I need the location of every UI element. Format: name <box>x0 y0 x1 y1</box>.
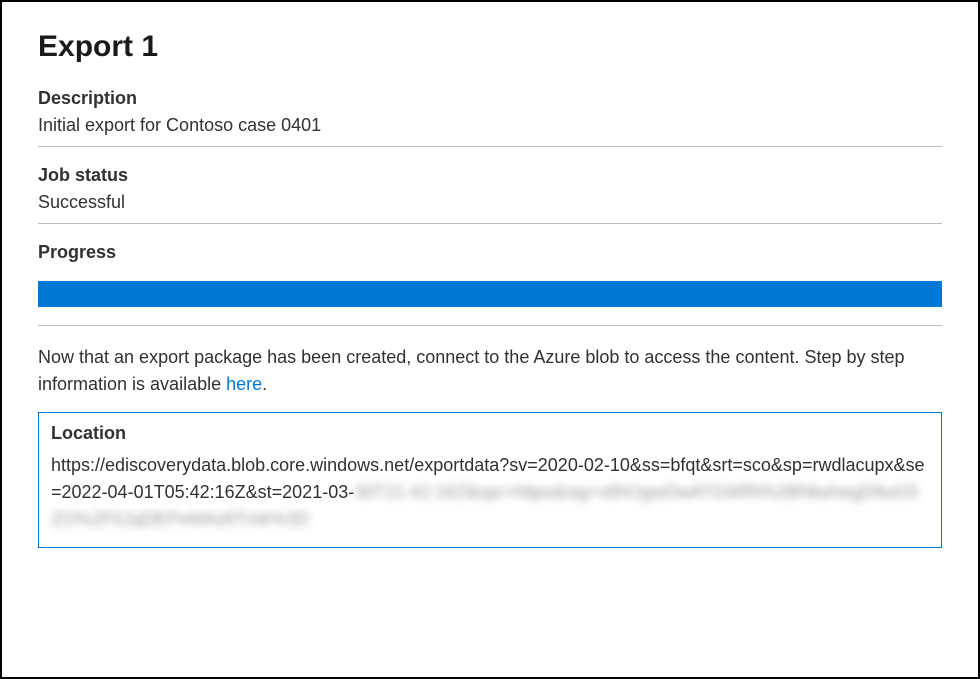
info-link-here[interactable]: here <box>226 374 262 394</box>
description-value: Initial export for Contoso case 0401 <box>38 115 942 136</box>
job-status-section: Job status Successful <box>38 165 942 224</box>
progress-label: Progress <box>38 242 942 263</box>
job-status-value: Successful <box>38 192 942 213</box>
progress-bar-fill <box>38 281 942 307</box>
page-title: Export 1 <box>38 30 942 64</box>
divider <box>38 223 942 224</box>
location-url[interactable]: https://ediscoverydata.blob.core.windows… <box>51 452 929 533</box>
divider <box>38 146 942 147</box>
location-box: Location https://ediscoverydata.blob.cor… <box>38 412 942 548</box>
description-section: Description Initial export for Contoso c… <box>38 88 942 147</box>
info-text: Now that an export package has been crea… <box>38 344 942 398</box>
description-label: Description <box>38 88 942 109</box>
info-text-before: Now that an export package has been crea… <box>38 347 905 394</box>
info-text-after: . <box>262 374 267 394</box>
progress-bar <box>38 281 942 307</box>
export-details-panel: Export 1 Description Initial export for … <box>0 0 980 679</box>
location-label: Location <box>51 423 929 444</box>
progress-section: Progress <box>38 242 942 326</box>
job-status-label: Job status <box>38 165 942 186</box>
divider <box>38 325 942 326</box>
